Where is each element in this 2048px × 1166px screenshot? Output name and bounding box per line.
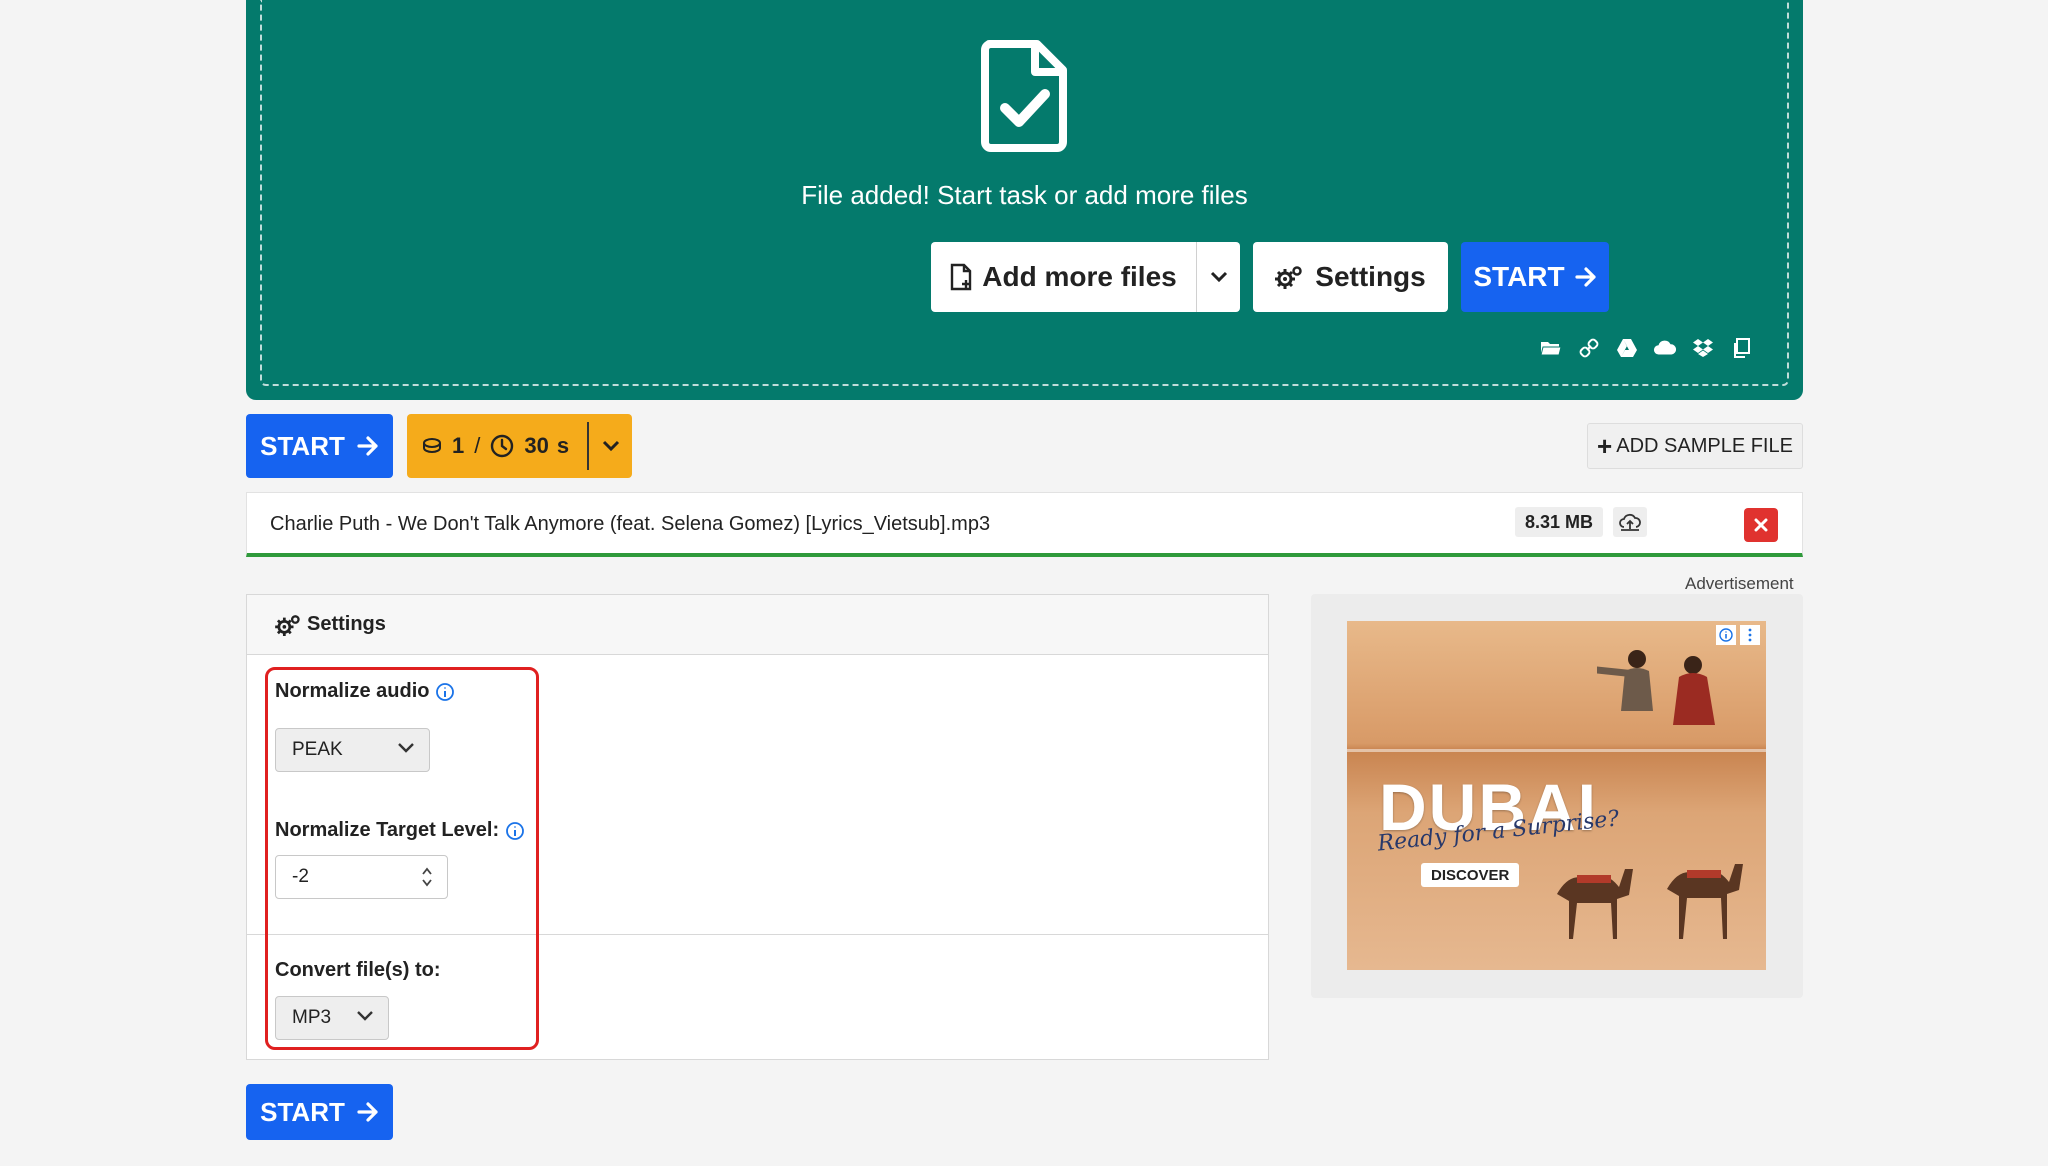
add-more-files-label: Add more files xyxy=(982,261,1177,292)
plus-icon: + xyxy=(1597,430,1613,461)
credits-separator: / xyxy=(474,433,481,458)
clock-icon xyxy=(491,434,514,458)
settings-panel: Settings Normalize audio PEAK Normalize … xyxy=(246,594,1269,1060)
gears-icon xyxy=(1275,266,1303,289)
normalize-audio-label: Normalize audio xyxy=(275,680,455,703)
google-drive-icon[interactable] xyxy=(1615,336,1639,360)
ad-info-icon[interactable] xyxy=(1716,625,1736,645)
info-icon[interactable] xyxy=(435,682,455,702)
chevron-down-icon xyxy=(1210,271,1227,283)
convert-format-select[interactable]: MP3 xyxy=(275,996,389,1040)
credits-dropdown-button[interactable] xyxy=(587,422,632,470)
add-sample-label: ADD SAMPLE FILE xyxy=(1616,434,1793,457)
settings-divider xyxy=(247,934,1268,935)
arrow-right-icon xyxy=(357,1102,378,1122)
settings-button-label: Settings xyxy=(1315,261,1426,292)
advertisement-label: Advertisement xyxy=(1685,574,1794,593)
cloud-upload-icon[interactable] xyxy=(1613,507,1647,537)
start-button[interactable]: START xyxy=(246,414,393,478)
add-files-dropdown-button[interactable] xyxy=(1196,242,1240,312)
remove-file-button[interactable] xyxy=(1744,508,1778,542)
close-icon xyxy=(1754,518,1768,532)
link-icon[interactable] xyxy=(1577,336,1601,360)
normalize-audio-value: PEAK xyxy=(292,739,343,760)
gears-icon xyxy=(275,614,300,636)
arrow-right-icon xyxy=(1575,267,1596,287)
settings-header: Settings xyxy=(247,595,1268,655)
target-level-label: Normalize Target Level: xyxy=(275,819,525,842)
target-level-text: Normalize Target Level: xyxy=(275,819,500,841)
spinner-arrows-icon[interactable] xyxy=(421,866,433,888)
time-unit: s xyxy=(556,433,570,458)
ad-badges xyxy=(1716,625,1760,645)
ad-discover-button[interactable]: DISCOVER xyxy=(1421,863,1520,887)
start-button-label: START xyxy=(260,430,345,461)
ad-banner[interactable]: DUBAI Ready for a Surprise? DISCOVER xyxy=(1347,621,1766,970)
dropzone-message: File added! Start task or add more files xyxy=(801,180,1248,210)
file-dropzone[interactable]: File added! Start task or add more files… xyxy=(246,0,1803,400)
normalize-audio-select[interactable]: PEAK xyxy=(275,728,430,772)
convert-format-value: MP3 xyxy=(292,1007,332,1028)
file-row: Charlie Puth - We Don't Talk Anymore (fe… xyxy=(246,492,1803,557)
clipboard-icon[interactable] xyxy=(1729,336,1753,360)
file-check-icon xyxy=(981,40,1067,152)
folder-icon[interactable] xyxy=(1539,336,1563,360)
credits-cost-indicator[interactable]: 1 / 30 s xyxy=(407,414,632,478)
time-value: 30 xyxy=(524,433,549,458)
chevron-down-icon xyxy=(398,743,414,753)
target-level-value: -2 xyxy=(292,866,309,887)
info-icon[interactable] xyxy=(505,821,525,841)
chevron-down-icon xyxy=(602,440,619,452)
start-button-label: START xyxy=(260,1096,345,1127)
file-plus-icon xyxy=(951,263,972,291)
file-size-badge: 8.31 MB xyxy=(1515,507,1604,537)
settings-button[interactable]: Settings xyxy=(1253,242,1448,312)
credits-count: 1 xyxy=(452,433,465,458)
start-button-top[interactable]: START xyxy=(1461,242,1609,312)
advertisement-box: DUBAI Ready for a Surprise? DISCOVER xyxy=(1311,594,1803,998)
ad-banner-divider xyxy=(1347,749,1766,752)
people-illustration xyxy=(1597,650,1715,725)
start-button-label: START xyxy=(1473,261,1565,292)
add-more-files-button[interactable]: Add more files xyxy=(931,242,1196,312)
start-button-bottom[interactable]: START xyxy=(246,1084,393,1140)
convert-to-label: Convert file(s) to: xyxy=(275,959,441,981)
chevron-down-icon xyxy=(357,1011,373,1021)
file-name: Charlie Puth - We Don't Talk Anymore (fe… xyxy=(270,513,991,535)
settings-title: Settings xyxy=(307,613,386,635)
dropbox-icon[interactable] xyxy=(1691,336,1715,360)
camels-illustration xyxy=(1557,864,1743,939)
source-icons xyxy=(1539,336,1753,360)
add-sample-file-button[interactable]: + ADD SAMPLE FILE xyxy=(1587,423,1803,469)
onedrive-icon[interactable] xyxy=(1653,336,1677,360)
coins-icon xyxy=(423,438,441,453)
arrow-right-icon xyxy=(357,436,378,456)
target-level-input[interactable]: -2 xyxy=(275,855,448,899)
ad-options-icon[interactable] xyxy=(1740,625,1760,645)
normalize-audio-text: Normalize audio xyxy=(275,680,430,702)
